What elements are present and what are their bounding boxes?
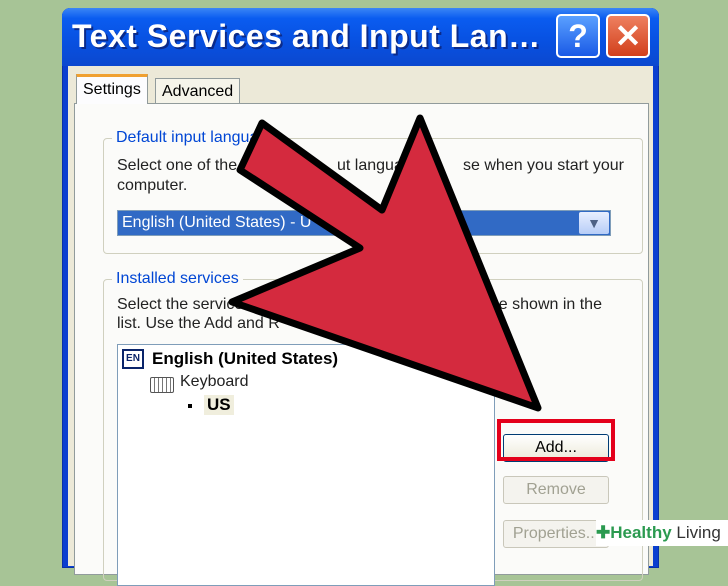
watermark-brand-a: Healthy — [610, 523, 672, 542]
leaf-icon: ✚ — [596, 523, 611, 542]
tab-settings[interactable]: Settings — [76, 74, 148, 104]
watermark-logo: ✚Healthy Living — [596, 520, 728, 546]
watermark-brand-b: Living — [671, 523, 721, 542]
